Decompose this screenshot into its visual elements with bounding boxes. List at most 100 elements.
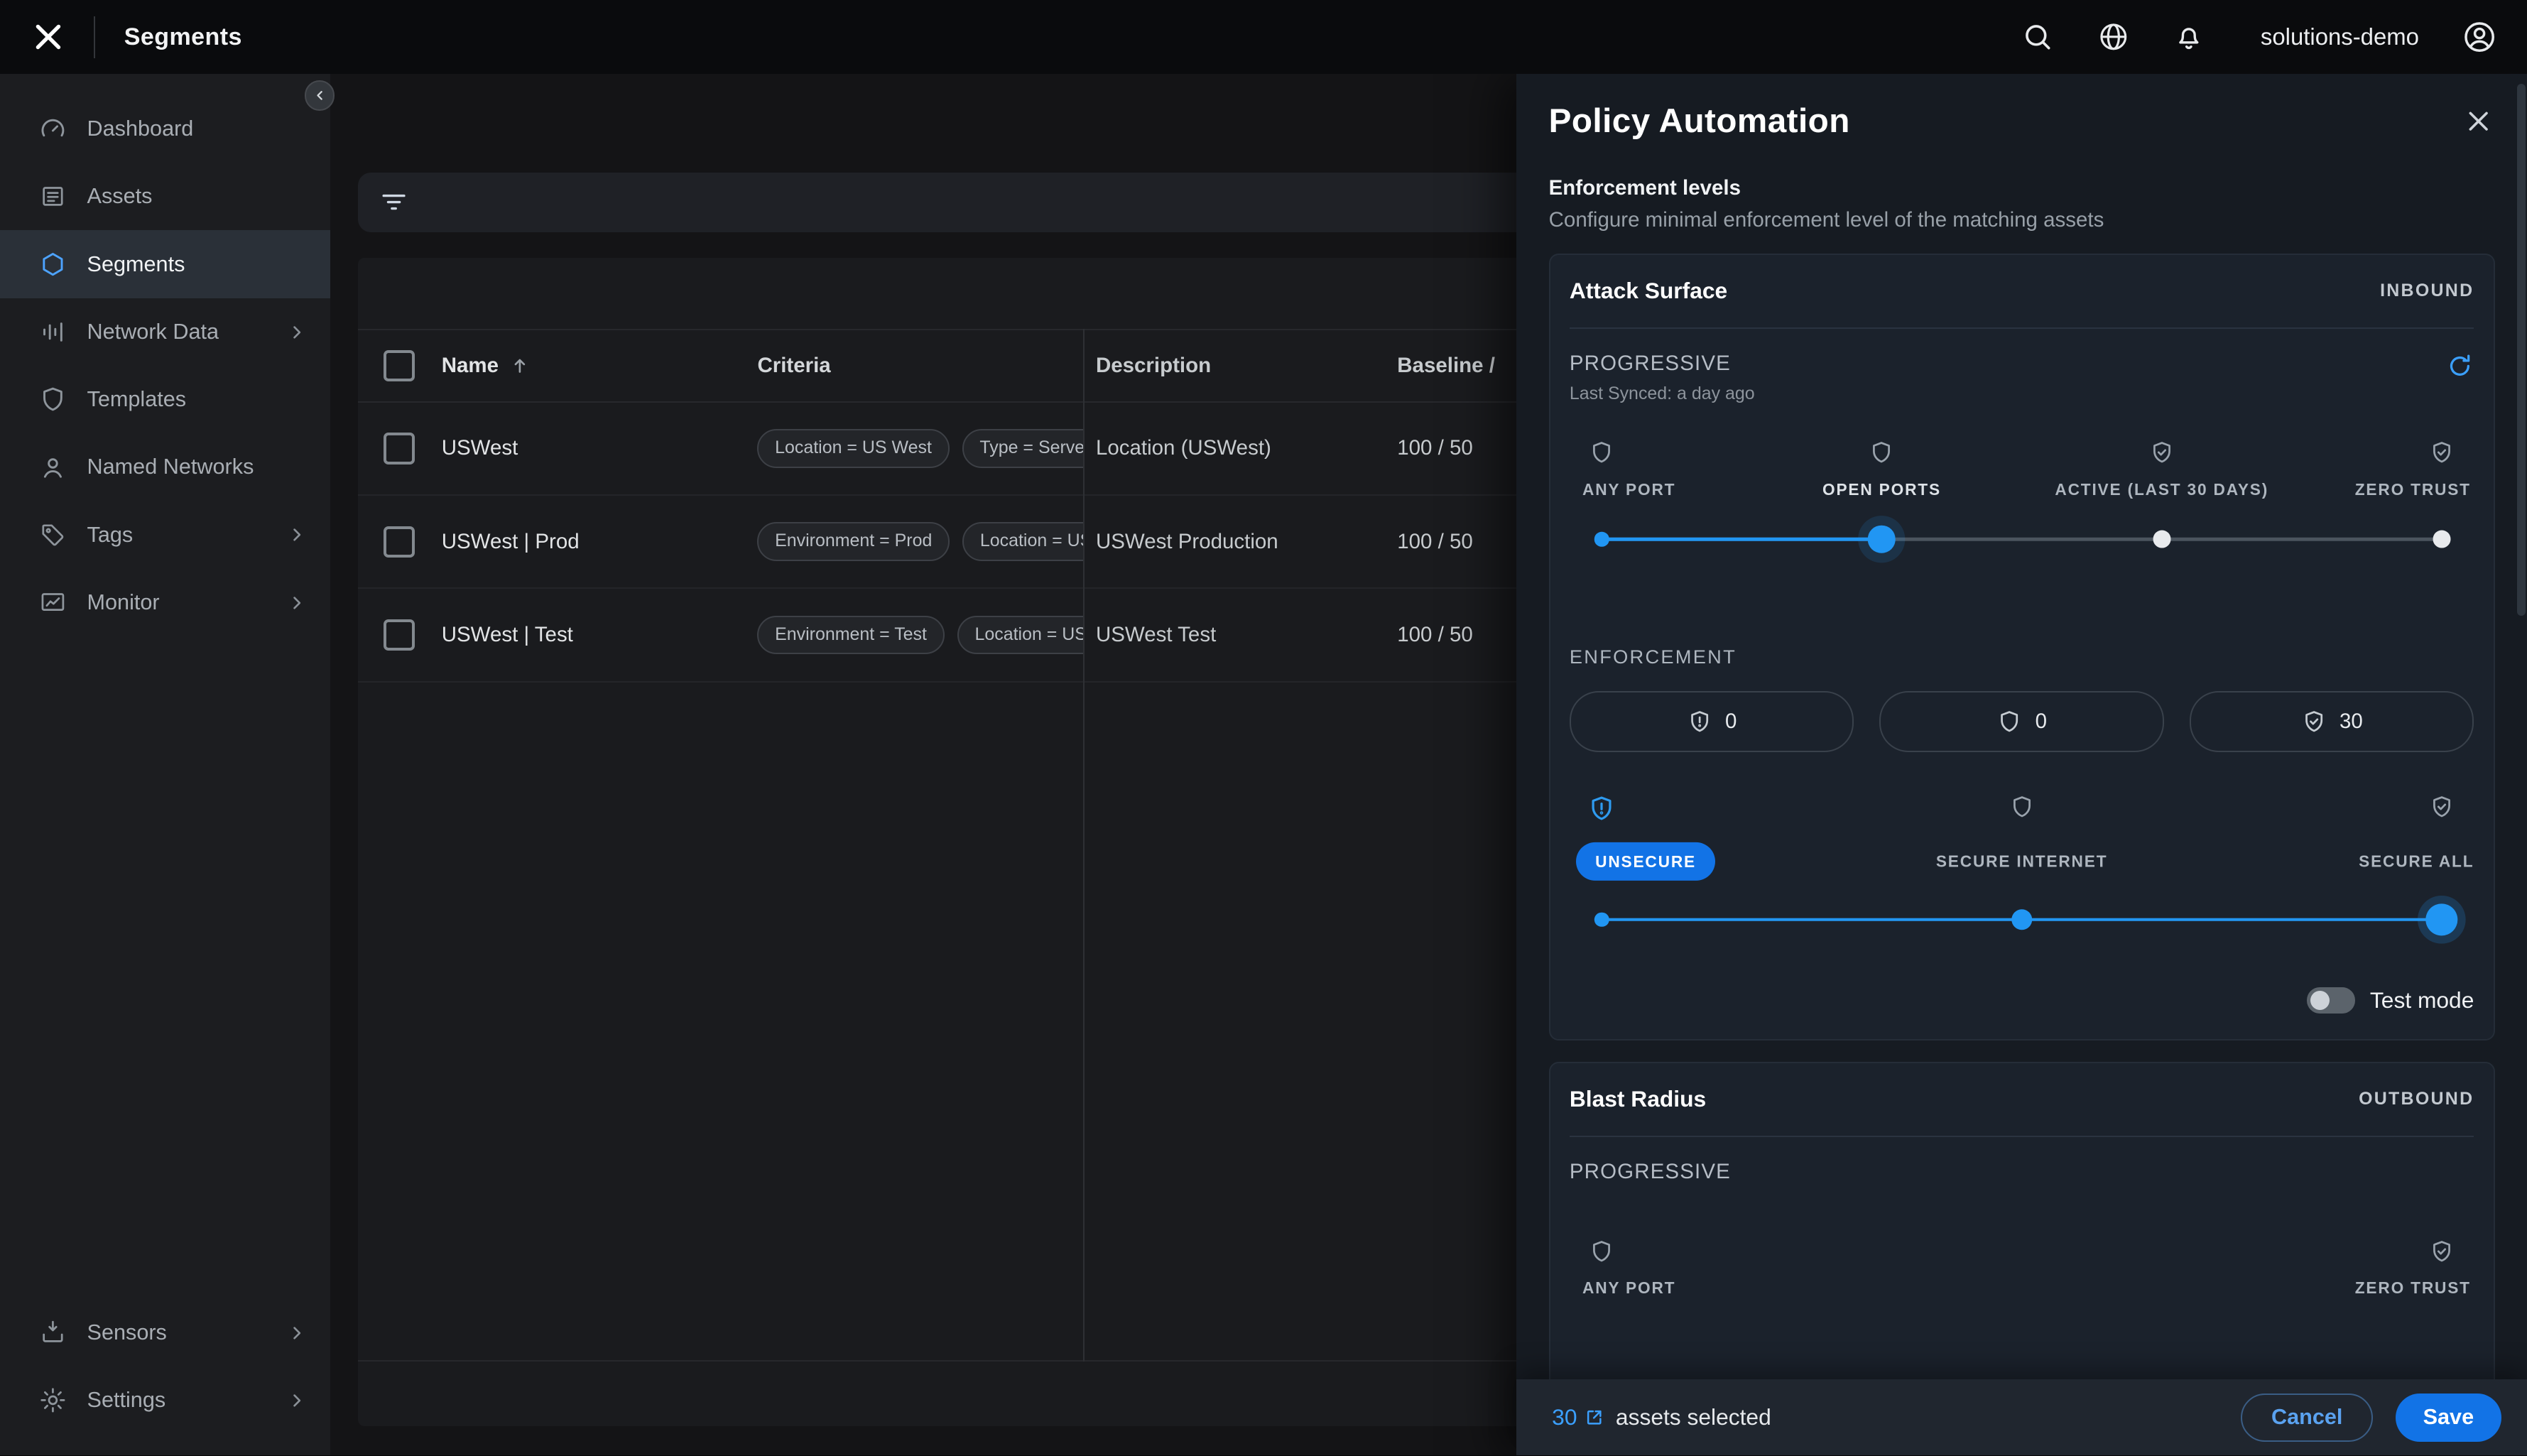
sidebar-item-label: Settings <box>87 1388 166 1413</box>
account-name[interactable]: solutions-demo <box>2261 23 2419 50</box>
selected-assets-link[interactable]: 30 <box>1552 1404 1604 1430</box>
sidebar-item-label: Dashboard <box>87 116 194 141</box>
chevron-right-icon <box>286 523 308 546</box>
level-label-unsecure[interactable]: UNSECURE <box>1575 842 1716 881</box>
sidebar-item-segments[interactable]: Segments <box>0 230 331 298</box>
notifications-bell-icon[interactable] <box>2172 20 2206 54</box>
segment-description: USWest Production <box>1095 529 1278 553</box>
segment-description: USWest Test <box>1095 623 1217 646</box>
segment-name: USWest <box>441 436 518 460</box>
sidebar-item-network-data[interactable]: Network Data <box>0 298 330 366</box>
shield-alert-icon <box>1587 794 1616 823</box>
row-checkbox[interactable] <box>384 433 415 464</box>
column-header-criteria: Criteria <box>757 353 831 377</box>
sidebar-item-label: Tags <box>87 522 134 547</box>
shield-check-icon <box>2429 440 2455 465</box>
stop-label-zero-trust: ZERO TRUST <box>2354 479 2471 499</box>
drawer-body: Policy Automation Enforcement levels Con… <box>1516 74 2527 1380</box>
level-label-secure-all: SECURE ALL <box>2359 852 2474 871</box>
test-mode-label: Test mode <box>2369 987 2474 1013</box>
segment-baseline: 100 / 50 <box>1397 623 1473 646</box>
enforcement-slider[interactable] <box>1594 903 2458 936</box>
sidebar-item-label: Templates <box>87 387 187 412</box>
network-data-activity-icon <box>38 317 67 347</box>
segment-name: USWest | Test <box>441 623 573 646</box>
column-resize-divider[interactable] <box>1082 328 1085 1362</box>
sidebar-item-settings[interactable]: Settings <box>0 1367 330 1434</box>
sidebar-item-label: Sensors <box>87 1320 167 1345</box>
shield-alert-icon <box>1687 709 1712 734</box>
globe-icon[interactable] <box>2097 20 2131 54</box>
slider-handle[interactable] <box>2425 903 2458 936</box>
search-icon[interactable] <box>2021 20 2055 54</box>
sidebar-item-dashboard[interactable]: Dashboard <box>0 95 330 163</box>
progressive-label: PROGRESSIVE <box>1569 351 1731 375</box>
topbar-actions: solutions-demo <box>2021 18 2498 55</box>
shield-check-icon <box>2429 794 2455 820</box>
topbar-divider <box>93 16 95 58</box>
cancel-button[interactable]: Cancel <box>2241 1393 2374 1442</box>
stop-label-any-port: ANY PORT <box>1582 1278 1676 1298</box>
blast-radius-title: Blast Radius <box>1569 1086 1707 1112</box>
sidebar-item-sensors[interactable]: Sensors <box>0 1299 330 1367</box>
segment-name: USWest | Prod <box>441 529 580 553</box>
filter-icon[interactable] <box>379 187 409 217</box>
sidebar-collapse-button[interactable] <box>304 80 335 112</box>
close-icon[interactable] <box>2462 105 2494 137</box>
select-all-checkbox[interactable] <box>384 349 415 381</box>
row-checkbox[interactable] <box>384 619 415 651</box>
shield-icon <box>1589 1239 1614 1264</box>
criteria-chip: Location = US <box>957 615 1083 655</box>
row-checkbox[interactable] <box>384 526 415 558</box>
enforcement-counter-secure-internet[interactable]: 0 <box>1879 690 2164 752</box>
settings-gear-icon <box>38 1386 67 1415</box>
enforcement-level-icons <box>1592 794 2450 823</box>
sidebar-item-templates[interactable]: Templates <box>0 366 330 433</box>
sidebar-item-named-networks[interactable]: Named Networks <box>0 433 330 501</box>
attack-surface-stop-labels: ANY PORT OPEN PORTS ACTIVE (LAST 30 DAYS… <box>1582 480 2469 501</box>
sidebar-item-monitor[interactable]: Monitor <box>0 569 330 636</box>
slider-track-fill <box>1602 538 1882 541</box>
page-title: Segments <box>124 23 242 50</box>
slider-stop-dot[interactable] <box>2433 530 2451 548</box>
slider-stop-dot[interactable] <box>1594 912 1609 927</box>
enforcement-counter-secure-all[interactable]: 30 <box>2190 690 2474 752</box>
shield-check-icon <box>2149 440 2175 465</box>
sidebar-item-label: Named Networks <box>87 455 254 479</box>
refresh-icon[interactable] <box>2445 352 2474 381</box>
save-button[interactable]: Save <box>2396 1393 2501 1442</box>
drawer-scrollbar[interactable] <box>2517 83 2526 616</box>
enforcement-count: 0 <box>2035 709 2048 733</box>
shield-check-icon <box>2301 709 2327 734</box>
level-label-secure-internet: SECURE INTERNET <box>1935 852 2108 871</box>
enforcement-level-labels: UNSECURE SECURE INTERNET SECURE ALL <box>1575 842 2473 881</box>
segment-baseline: 100 / 50 <box>1397 436 1473 460</box>
sidebar: Dashboard Assets Segments Network Data T… <box>0 74 331 1456</box>
sensors-import-icon <box>38 1318 67 1347</box>
criteria-chip: Location = US <box>962 522 1083 561</box>
last-synced-text: Last Synced: a day ago <box>1569 383 1755 403</box>
sidebar-item-label: Assets <box>87 184 153 209</box>
segment-baseline: 100 / 50 <box>1397 529 1473 553</box>
test-mode-row: Test mode <box>1570 987 2474 1014</box>
attack-surface-slider[interactable] <box>1594 523 2451 555</box>
column-header-name[interactable]: Name <box>442 354 758 378</box>
slider-stop-dot[interactable] <box>2153 530 2171 548</box>
test-mode-toggle[interactable] <box>2307 987 2356 1014</box>
chevron-right-icon <box>286 1322 308 1344</box>
account-avatar-icon[interactable] <box>2461 18 2498 55</box>
selected-assets-count: 30 <box>1552 1404 1577 1430</box>
slider-stop-dot[interactable] <box>2011 908 2033 930</box>
blast-radius-stop-icons <box>1593 1239 2450 1268</box>
shield-check-icon <box>2429 1239 2455 1264</box>
enforcement-counter-unsecure[interactable]: 0 <box>1569 690 1854 752</box>
sidebar-bottom-group: Sensors Settings <box>0 1299 330 1435</box>
blast-radius-stop-labels: ANY PORT ZERO TRUST <box>1582 1278 2469 1299</box>
monitor-chart-icon <box>38 588 67 617</box>
sidebar-item-tags[interactable]: Tags <box>0 501 330 569</box>
slider-handle[interactable] <box>1868 526 1896 553</box>
chevron-right-icon <box>286 321 308 344</box>
sidebar-item-assets[interactable]: Assets <box>0 163 330 230</box>
attack-surface-card: Attack Surface INBOUND PROGRESSIVE Last … <box>1548 253 2495 1041</box>
slider-stop-dot[interactable] <box>1594 532 1609 547</box>
